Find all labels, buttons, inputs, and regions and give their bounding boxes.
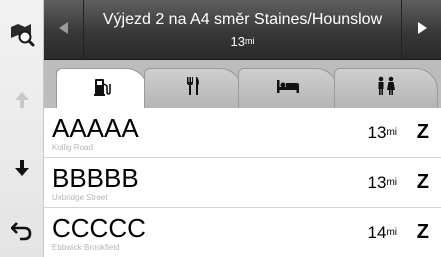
restaurant-icon (185, 76, 201, 101)
scroll-down-icon (12, 158, 32, 178)
back-icon (11, 219, 33, 241)
result-distance: 13mi (368, 173, 397, 193)
result-address: Ebbwick Brookfield (52, 243, 120, 252)
fuel-pump-icon (93, 77, 111, 102)
scroll-down-button[interactable] (0, 146, 44, 190)
result-distance-unit: mi (386, 227, 397, 238)
list-item[interactable]: BBBBB Uxbridge Street 13mi Z (44, 158, 441, 208)
map-search-button[interactable] (0, 12, 44, 56)
list-item[interactable]: AAAAA Kollig Road 13mi Z (44, 108, 441, 158)
chevron-right-icon (417, 21, 427, 39)
result-direction: Z (416, 121, 429, 143)
tab-lodging[interactable] (238, 68, 338, 108)
result-distance: 13mi (368, 123, 397, 143)
result-address: Uxbridge Street (52, 193, 108, 202)
list-item[interactable]: CCCCC Ebbwick Brookfield 14mi Z (44, 208, 441, 257)
result-address: Kollig Road (52, 143, 93, 152)
next-button[interactable] (401, 0, 441, 60)
result-name: AAAAA (52, 113, 139, 143)
exit-title: Výjezd 2 na A4 směr Staines/Hounslow (102, 11, 383, 28)
exit-distance: 13mi (92, 33, 393, 50)
result-distance-value: 13 (367, 123, 387, 142)
exit-distance-value: 13 (230, 34, 245, 49)
previous-button[interactable] (44, 0, 84, 60)
tab-restaurant[interactable] (144, 68, 242, 108)
result-distance-value: 14 (367, 223, 387, 242)
result-direction: Z (416, 221, 429, 243)
scroll-up-button[interactable] (0, 78, 44, 122)
header-bar: Výjezd 2 na A4 směr Staines/Hounslow 13m… (44, 0, 441, 60)
chevron-left-icon (58, 21, 69, 39)
map-search-icon (9, 21, 35, 47)
scroll-up-icon (12, 90, 32, 110)
tab-fuel[interactable] (56, 68, 148, 109)
sidebar (0, 0, 44, 257)
restroom-icon (374, 76, 398, 101)
back-button[interactable] (0, 208, 44, 252)
exit-distance-unit: mi (244, 36, 255, 46)
result-name: BBBBB (52, 163, 139, 193)
category-tabs (44, 60, 441, 109)
result-distance-value: 13 (367, 173, 387, 192)
lodging-icon (276, 78, 300, 99)
result-direction: Z (416, 171, 429, 193)
results-list: AAAAA Kollig Road 13mi Z BBBBB Uxbridge … (44, 108, 441, 257)
result-distance: 14mi (368, 223, 397, 243)
result-distance-unit: mi (386, 127, 397, 138)
result-distance-unit: mi (386, 177, 397, 188)
tab-restroom[interactable] (334, 68, 438, 108)
result-name: CCCCC (52, 213, 146, 243)
